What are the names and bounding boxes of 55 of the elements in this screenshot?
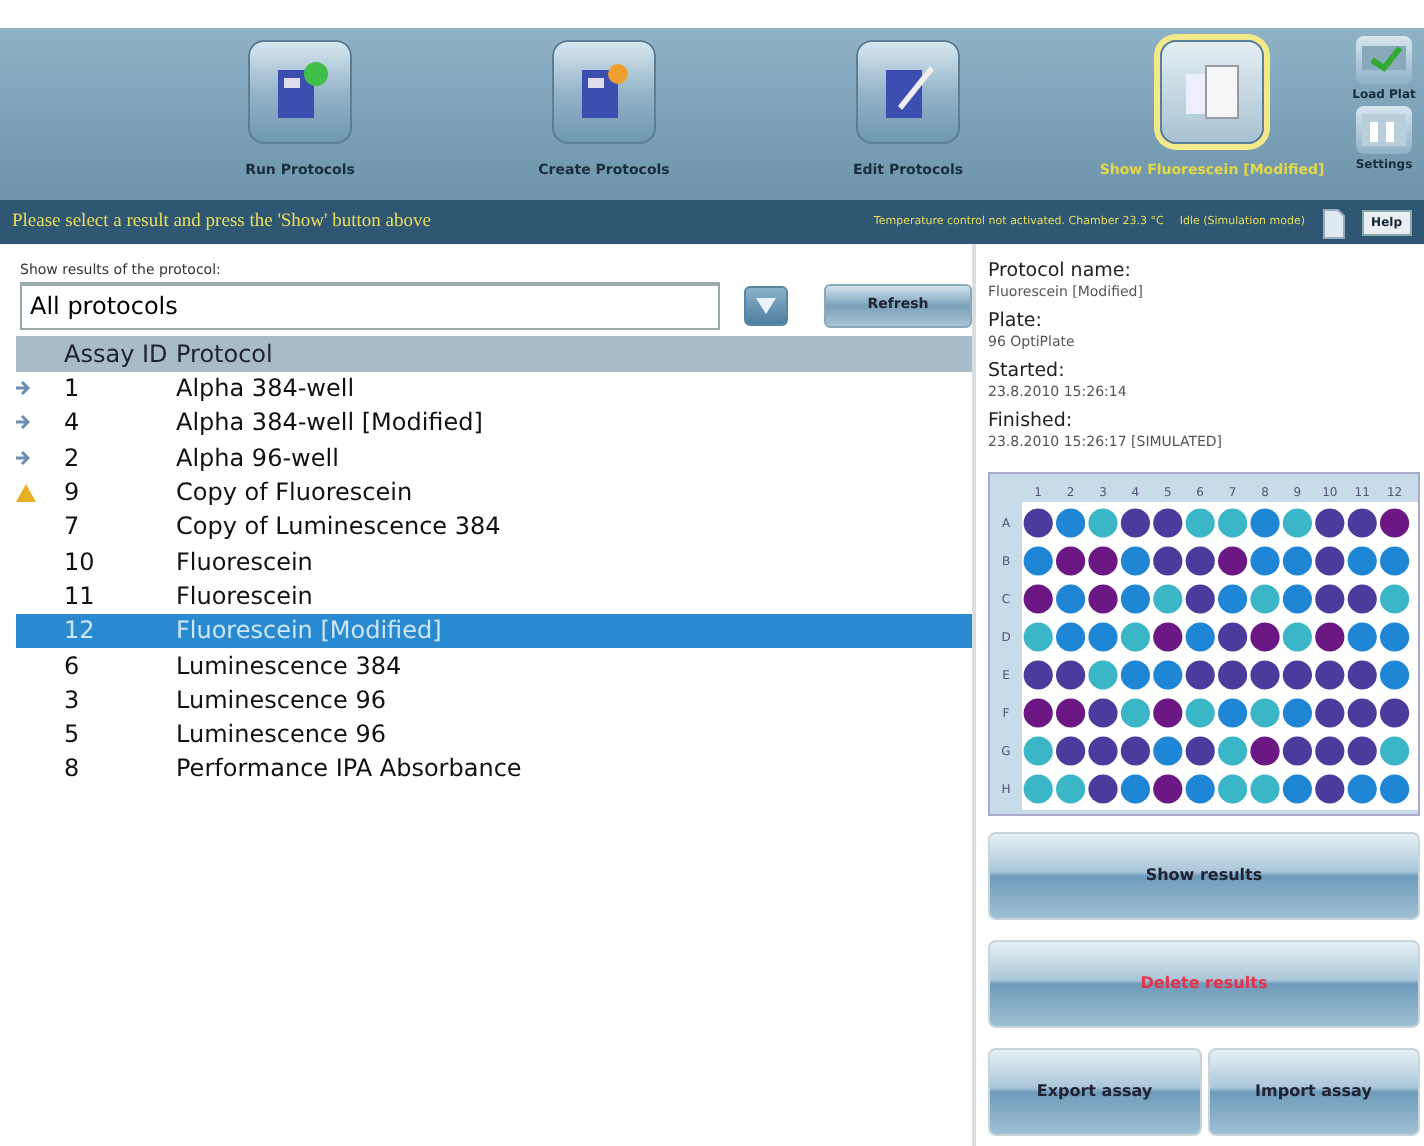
table-cell-text: 3	[64, 683, 82, 718]
table-cell-text: 6	[64, 649, 82, 684]
toolbar-tile[interactable]	[1356, 106, 1412, 154]
table-row[interactable]: 11 Fluorescein	[16, 578, 972, 614]
table-cell-text: 7	[64, 510, 82, 545]
table-cell-text: Fluorescein [Modified]	[176, 614, 442, 649]
dropdown-button[interactable]	[744, 285, 788, 325]
table-row[interactable]: 7 Copy of Luminescence 384	[16, 509, 972, 544]
table-row[interactable]: 8 Performance IPA Absorbance	[16, 751, 972, 787]
table-cell-text: Copy of Fluorescein	[176, 476, 413, 511]
detail-label: Finished:	[988, 409, 1075, 433]
warning-icon	[16, 483, 36, 502]
table-cell-text: Alpha 384-well	[176, 372, 355, 407]
table-cell-text: 4	[64, 406, 82, 441]
table-cell-text: 12	[64, 614, 97, 649]
table-cell-text: Fluorescein	[176, 579, 313, 614]
table-cell-text: 5	[64, 718, 82, 753]
table-cell-text: Luminescence 96	[176, 683, 386, 718]
protocol-select[interactable]: All protocols	[20, 281, 720, 329]
table-row[interactable]: 9 Copy of Fluorescein	[16, 474, 972, 510]
document-icon[interactable]	[1321, 207, 1346, 240]
table-cell-text: Fluorescein	[176, 545, 313, 580]
table-row[interactable]: 6 Luminescence 384	[16, 647, 972, 683]
action-button[interactable]: Export assay	[988, 1047, 1201, 1136]
detail-label: Plate:	[988, 309, 1044, 333]
expand-arrow-icon[interactable]	[16, 449, 32, 466]
expand-arrow-icon[interactable]	[16, 414, 32, 431]
table-cell-text: 11	[64, 579, 97, 614]
table-cell-text: Alpha 384-well [Modified]	[176, 406, 483, 441]
action-button[interactable]: Show results	[988, 831, 1420, 920]
detail-label: Protocol name:	[988, 260, 1133, 283]
table-row[interactable]: 1 Alpha 384-well	[16, 371, 972, 406]
detail-label: Started:	[988, 359, 1067, 383]
table-row[interactable]: 3 Luminescence 96	[16, 682, 972, 717]
column-header: Assay ID	[64, 337, 170, 371]
expand-arrow-icon[interactable]	[16, 380, 32, 397]
table-cell-text: Performance IPA Absorbance	[176, 752, 522, 787]
column-header: Protocol	[176, 337, 273, 371]
table-cell-text: 9	[64, 476, 82, 511]
table-row[interactable]: 10 Fluorescein	[16, 543, 972, 579]
table-cell-text: Copy of Luminescence 384	[176, 510, 501, 545]
table-cell-text: Luminescence 96	[176, 718, 386, 753]
table-row[interactable]: 5 Luminescence 96	[16, 716, 972, 752]
table-cell-text: Alpha 96-well	[176, 441, 339, 476]
status-message: Please select a result and press the 'Show' button above	[12, 209, 433, 236]
chevron-down-icon	[756, 297, 776, 313]
table-row[interactable]: 2 Alpha 96-well	[16, 440, 972, 475]
table-cell-text: 2	[64, 441, 82, 476]
table-cell-text: 8	[64, 752, 82, 787]
action-button[interactable]: Import assay	[1207, 1047, 1420, 1136]
table-cell-text: 10	[64, 545, 97, 580]
table-cell-text: Luminescence 384	[176, 649, 402, 684]
table-row[interactable]: 4 Alpha 384-well [Modified]	[16, 405, 972, 441]
toolbar-tile[interactable]	[1356, 36, 1412, 84]
table-cell-text: 1	[64, 372, 82, 407]
